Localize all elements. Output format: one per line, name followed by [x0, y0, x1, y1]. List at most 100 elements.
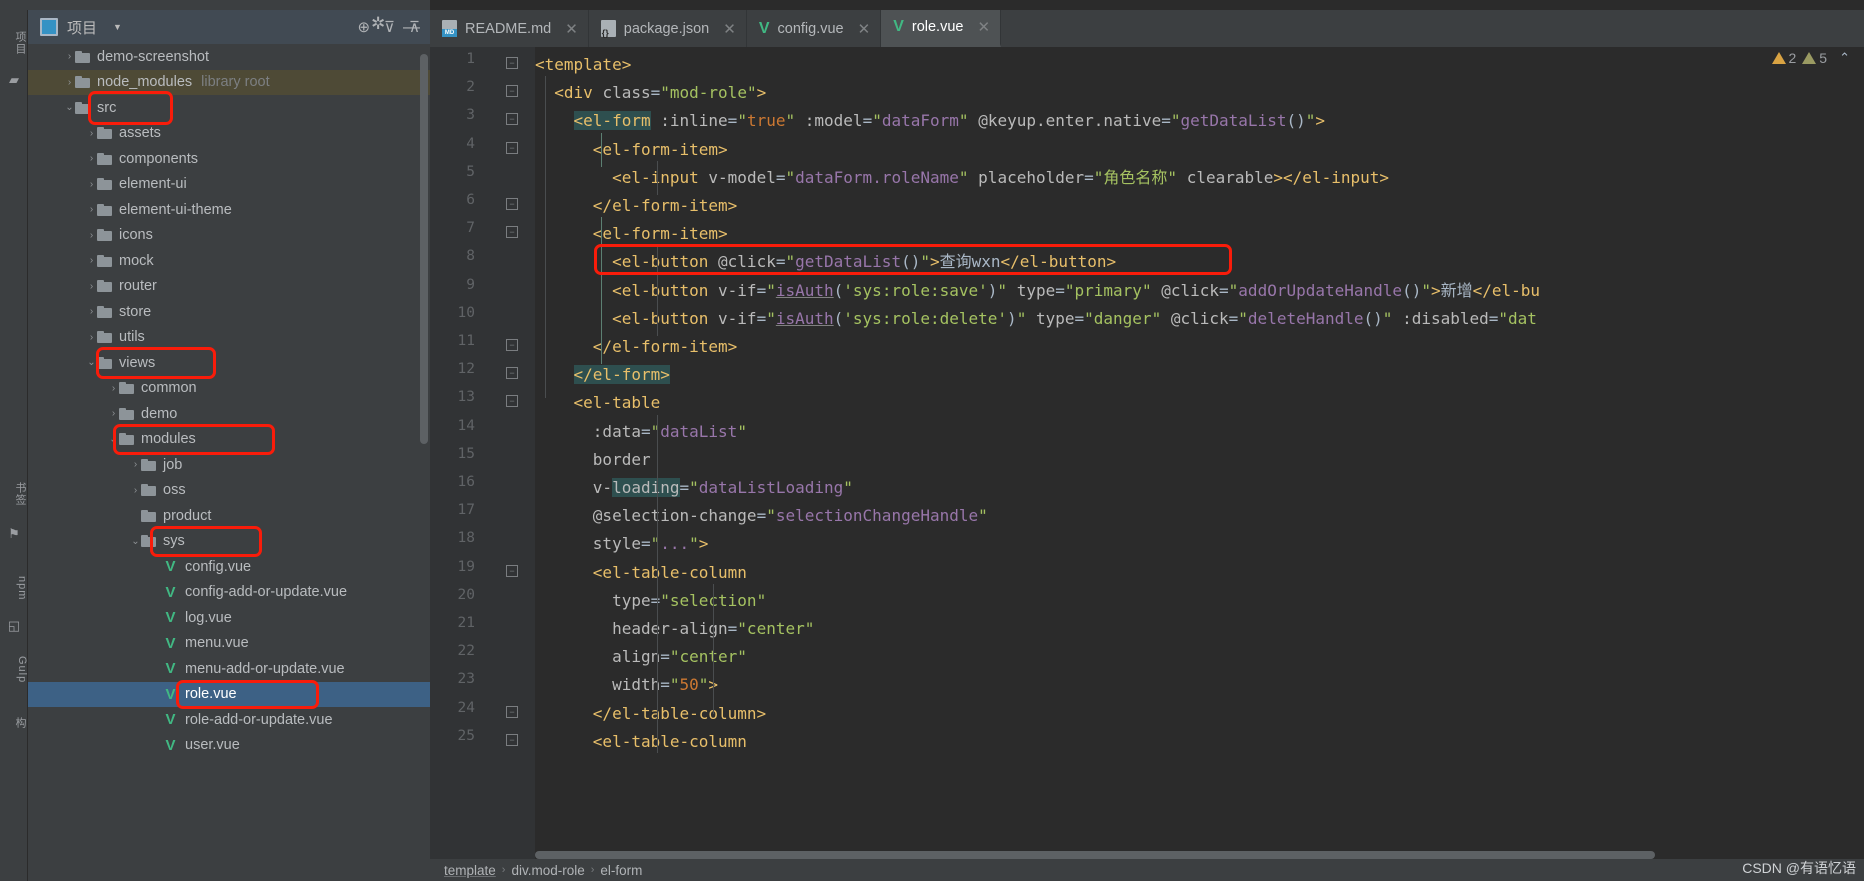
code-line[interactable]: align="center"	[535, 643, 747, 671]
terminal-icon[interactable]: ◱	[6, 618, 22, 634]
tree-item-views[interactable]: ⌄ views	[28, 350, 430, 376]
code-fold-toggle[interactable]: −	[506, 198, 518, 210]
code-line[interactable]: type="selection"	[535, 587, 766, 615]
tree-item-menu-vue[interactable]: Vmenu.vue	[28, 631, 430, 657]
code-viewport[interactable]: 1 − 2 − 3 − 4 − 5 6 − 7 − 8 9 10 11 − 12 − 13 − 14 15 16 17 18 19 − 2…	[430, 47, 1864, 881]
inspection-widget[interactable]: 2 5 ⌃	[1771, 50, 1850, 66]
code-fold-toggle[interactable]: −	[506, 141, 518, 154]
chevron-down-icon[interactable]: ⌄	[130, 536, 141, 547]
close-icon[interactable]: ✕	[723, 20, 736, 38]
tree-item-element-ui[interactable]: › element-ui	[28, 172, 430, 198]
tree-item-demo-screenshot[interactable]: › demo-screenshot	[28, 44, 430, 70]
editor-tabbar[interactable]: README.md✕package.json✕Vconfig.vue✕Vrole…	[430, 10, 1864, 47]
breadcrumb[interactable]: template › div.mod-role › el-form	[430, 859, 1864, 881]
tree-item-node_modules[interactable]: › node_modules library root	[28, 69, 430, 95]
tree-item-user-vue[interactable]: Vuser.vue	[28, 733, 430, 759]
chevron-right-icon[interactable]: ›	[86, 332, 97, 343]
code-line[interactable]: </el-table-column>	[535, 700, 766, 728]
editor-gutter[interactable]: 1 − 2 − 3 − 4 − 5 6 − 7 − 8 9 10 11 − 12 − 13 − 14 15 16 17 18 19 − 2…	[430, 47, 535, 881]
tree-item-mock[interactable]: › mock	[28, 248, 430, 274]
tree-item-log-vue[interactable]: Vlog.vue	[28, 605, 430, 631]
chevron-right-icon[interactable]: ›	[86, 179, 97, 190]
tab-readme-md[interactable]: README.md ✕	[430, 10, 589, 47]
chevron-right-icon[interactable]: ›	[86, 230, 97, 241]
close-icon[interactable]: ✕	[858, 20, 871, 38]
chevron-right-icon[interactable]: ›	[108, 408, 119, 419]
bookmark-icon[interactable]: ⚑	[6, 526, 22, 542]
code-line[interactable]: v-loading="dataListLoading"	[535, 474, 853, 502]
tree-item-product[interactable]: product	[28, 503, 430, 529]
chevron-right-icon[interactable]: ›	[130, 485, 141, 496]
code-fold-toggle[interactable]: −	[506, 339, 518, 351]
project-tree[interactable]: › demo-screenshot › node_modules library roo…	[28, 44, 430, 881]
rail-item-npm[interactable]: npm	[0, 566, 28, 610]
code-line[interactable]: <el-form :inline="true" :model="dataForm…	[535, 107, 1325, 135]
tree-item-sys[interactable]: ⌄ sys	[28, 529, 430, 555]
code-fold-toggle[interactable]: −	[506, 705, 518, 718]
tree-item-role-vue[interactable]: Vrole.vue	[28, 681, 430, 707]
code-line[interactable]: <el-input v-model="dataForm.roleName" pl…	[535, 164, 1389, 192]
tree-item-components[interactable]: › components	[28, 146, 430, 172]
close-icon[interactable]: ✕	[565, 20, 578, 38]
code-line[interactable]: <el-table-column	[535, 728, 747, 756]
tree-item-icons[interactable]: › icons	[28, 223, 430, 249]
code-line[interactable]: <el-form-item>	[535, 136, 728, 164]
breadcrumb-item[interactable]: el-form	[600, 863, 642, 878]
code-line[interactable]: <el-button v-if="isAuth('sys:role:save')…	[535, 277, 1540, 305]
rail-item-project[interactable]: 项目	[0, 20, 28, 66]
code-line[interactable]: <el-button @click="getDataList()">查询wxn<…	[535, 248, 1116, 276]
code-line[interactable]: <el-button v-if="isAuth('sys:role:delete…	[535, 305, 1537, 333]
code-fold-toggle[interactable]: −	[506, 395, 518, 408]
tree-item-oss[interactable]: › oss	[28, 478, 430, 504]
code-line[interactable]: <el-table-column	[535, 559, 747, 587]
code-line[interactable]: </el-form-item>	[535, 192, 738, 220]
chevron-right-icon[interactable]: ›	[64, 51, 75, 62]
chevron-down-icon[interactable]: ⌄	[108, 434, 119, 445]
tree-item-element-ui-theme[interactable]: › element-ui-theme	[28, 197, 430, 223]
code-line[interactable]: <el-table	[535, 389, 661, 417]
settings-gear-icon[interactable]: ✲	[371, 14, 385, 34]
tree-item-role-add-or-update-vue[interactable]: Vrole-add-or-update.vue	[28, 707, 430, 733]
tab-role-vue[interactable]: Vrole.vue ✕	[881, 10, 1002, 47]
code-fold-toggle[interactable]: −	[506, 564, 518, 577]
chevron-right-icon[interactable]: ›	[86, 306, 97, 317]
code-line[interactable]: </el-form-item>	[535, 333, 738, 361]
code-line[interactable]: @selection-change="selectionChangeHandle…	[535, 502, 988, 530]
project-tree-scrollbar[interactable]	[420, 54, 428, 444]
tab-config-vue[interactable]: Vconfig.vue ✕	[747, 10, 882, 47]
folder-icon[interactable]: ▰	[6, 72, 22, 88]
code-line[interactable]: <template>	[535, 51, 631, 79]
tree-item-router[interactable]: › router	[28, 274, 430, 300]
close-icon[interactable]: ✕	[977, 18, 990, 36]
rail-item-structure[interactable]: 构	[0, 710, 28, 736]
tree-item-job[interactable]: › job	[28, 452, 430, 478]
code-fold-toggle[interactable]: −	[506, 113, 518, 126]
chevron-right-icon[interactable]: ›	[86, 204, 97, 215]
tree-item-assets[interactable]: › assets	[28, 121, 430, 147]
chevron-right-icon[interactable]: ›	[64, 77, 75, 88]
chevron-down-icon[interactable]: ▼	[113, 22, 122, 32]
chevron-right-icon[interactable]: ›	[130, 459, 141, 470]
chevron-right-icon[interactable]: ›	[108, 383, 119, 394]
tree-item-menu-add-or-update-vue[interactable]: Vmenu-add-or-update.vue	[28, 656, 430, 682]
editor-horizontal-scrollbar[interactable]	[535, 851, 1655, 859]
tree-item-demo[interactable]: › demo	[28, 401, 430, 427]
code-fold-toggle[interactable]: −	[506, 85, 518, 98]
code-line[interactable]: </el-form>	[535, 361, 670, 389]
code-line[interactable]: style="...">	[535, 530, 709, 558]
rail-item-gulp[interactable]: Gulp	[0, 646, 28, 694]
code-fold-toggle[interactable]: −	[506, 733, 518, 746]
chevron-right-icon[interactable]: ›	[86, 153, 97, 164]
chevron-right-icon[interactable]: ›	[86, 255, 97, 266]
code-line[interactable]: <el-form-item>	[535, 220, 728, 248]
chevron-right-icon[interactable]: ›	[86, 281, 97, 292]
tree-item-config-vue[interactable]: Vconfig.vue	[28, 554, 430, 580]
code-fold-toggle[interactable]: −	[506, 226, 518, 239]
code-line[interactable]: :data="dataList"	[535, 418, 747, 446]
breadcrumb-item[interactable]: div.mod-role	[511, 863, 584, 878]
chevron-right-icon[interactable]: ›	[86, 128, 97, 139]
tree-item-store[interactable]: › store	[28, 299, 430, 325]
breadcrumb-item[interactable]: template	[444, 863, 496, 878]
tree-item-config-add-or-update-vue[interactable]: Vconfig-add-or-update.vue	[28, 580, 430, 606]
tab-package-json[interactable]: package.json ✕	[589, 10, 747, 47]
